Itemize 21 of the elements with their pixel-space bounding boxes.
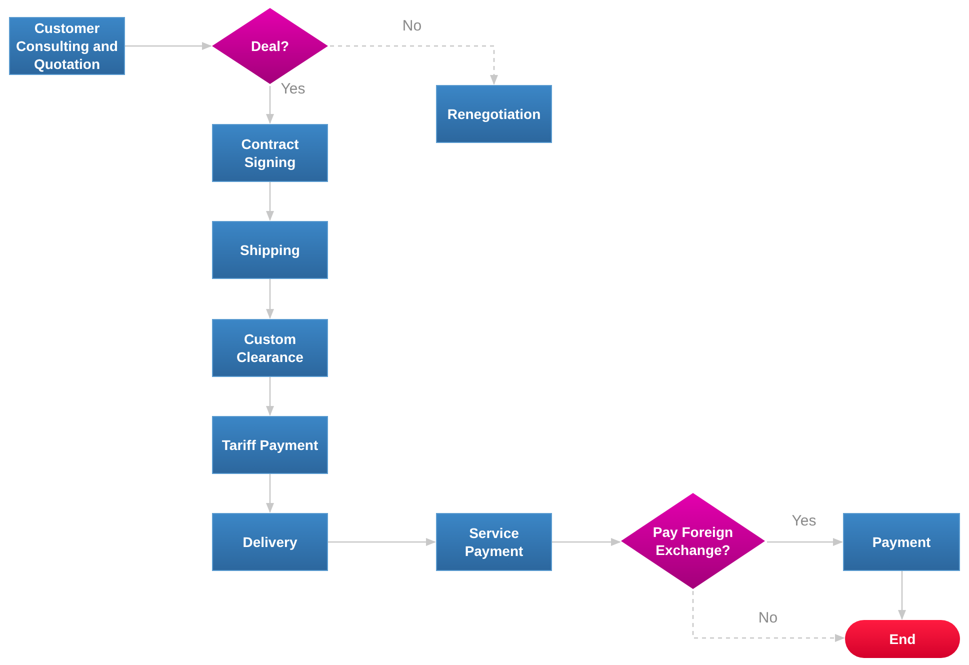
connector-arrow [266, 86, 274, 124]
edge-label: Yes [280, 82, 306, 96]
connector-arrow [552, 538, 621, 546]
connector-arrow [266, 279, 274, 319]
connector-arrow [266, 182, 274, 221]
process-box: Shipping [212, 221, 328, 279]
process-box: Payment [843, 513, 960, 571]
connector-arrow [898, 571, 906, 620]
edge-label: No [758, 610, 778, 626]
edge-label: No [402, 18, 422, 34]
end-terminator: End [845, 620, 960, 658]
process-box: Customer Consulting and Quotation [9, 17, 125, 75]
process-box: Tariff Payment [212, 416, 328, 474]
process-box: Delivery [212, 513, 328, 571]
process-box: Service Payment [436, 513, 552, 571]
process-box: Renegotiation [436, 85, 552, 143]
connector-arrow [266, 377, 274, 416]
connector-arrow [266, 474, 274, 513]
edge-label: Yes [792, 514, 816, 528]
process-box: Contract Signing [212, 124, 328, 182]
process-box: Custom Clearance [212, 319, 328, 377]
